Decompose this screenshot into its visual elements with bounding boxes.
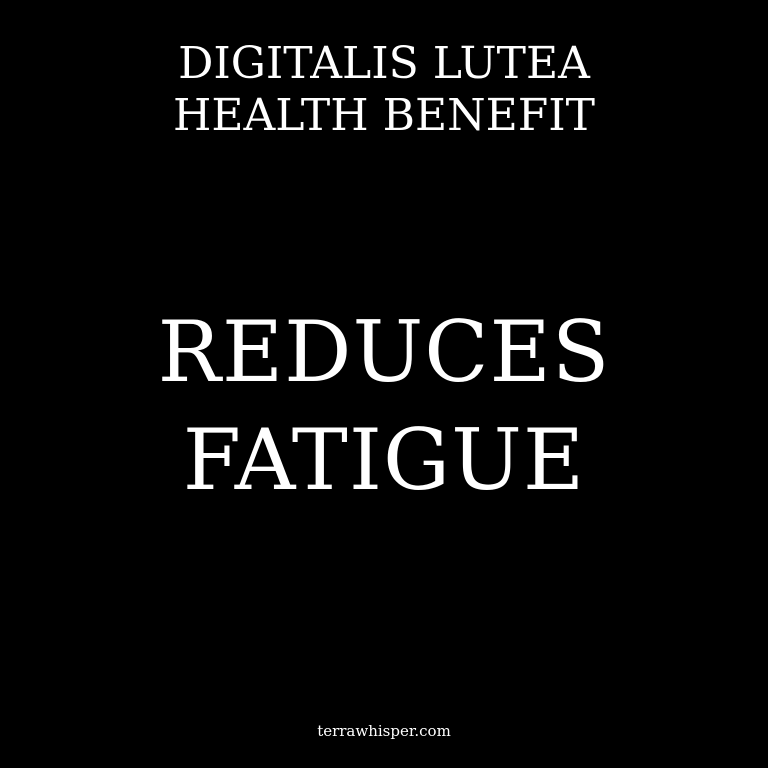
benefit-text: REDUCES FATIGUE — [0, 298, 768, 514]
poster-heading: DIGITALIS LUTEA HEALTH BENEFIT — [0, 38, 768, 142]
heading-line-subtitle: HEALTH BENEFIT — [173, 90, 595, 141]
site-credit: terrawhisper.com — [317, 722, 451, 740]
poster-canvas: DIGITALIS LUTEA HEALTH BENEFIT REDUCES F… — [0, 0, 768, 768]
benefit-line-2: FATIGUE — [182, 411, 586, 509]
heading-line-plant-name: DIGITALIS LUTEA — [178, 38, 590, 89]
benefit-line-1: REDUCES — [157, 303, 611, 401]
